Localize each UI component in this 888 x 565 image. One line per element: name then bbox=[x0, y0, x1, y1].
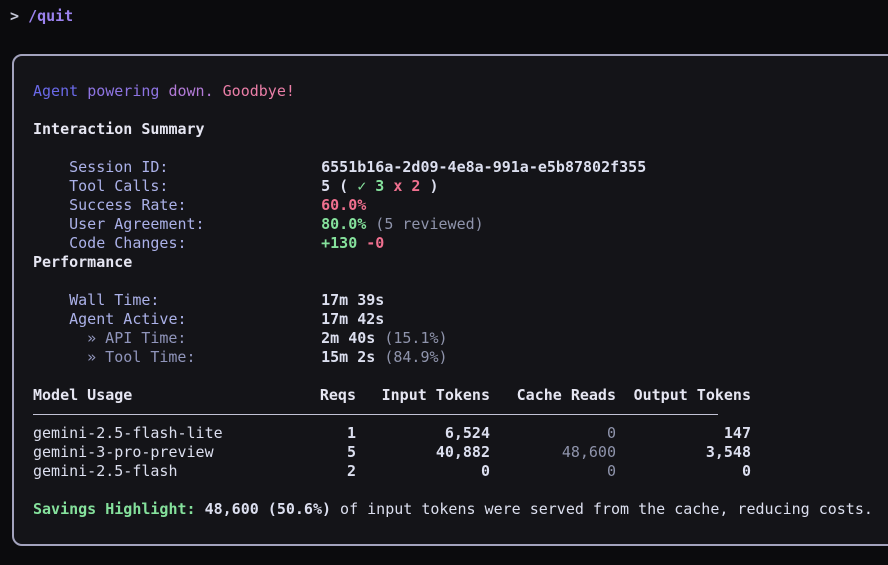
goodbye-message: Agent powering down. Goodbye! bbox=[33, 82, 888, 101]
spacer bbox=[33, 481, 888, 500]
output-tokens-value: 3,548 bbox=[616, 443, 751, 462]
success-rate-value: 60.0% bbox=[321, 196, 366, 214]
savings-highlight: Savings Highlight: 48,600 (50.6%) of inp… bbox=[33, 500, 888, 519]
success-rate-label: Success Rate: bbox=[69, 196, 321, 215]
col-cache-reads: Cache Reads bbox=[490, 386, 616, 405]
model-name: gemini-2.5-flash-lite bbox=[33, 424, 283, 443]
tool-calls-value: 5 ( ✓ 3 x 2 ) bbox=[321, 177, 438, 195]
wall-time-label: Wall Time: bbox=[69, 291, 321, 310]
cache-reads-value: 0 bbox=[490, 462, 616, 481]
col-model-usage: Model Usage bbox=[33, 386, 283, 405]
code-changes-value: +130 -0 bbox=[321, 234, 384, 252]
user-agreement-label: User Agreement: bbox=[69, 215, 321, 234]
agent-active-value: 17m 42s bbox=[321, 310, 384, 328]
table-row: gemini-2.5-flash 2 0 0 0 bbox=[33, 462, 888, 481]
col-reqs: Reqs bbox=[283, 386, 356, 405]
table-row: gemini-3-pro-preview 5 40,882 48,600 3,5… bbox=[33, 443, 888, 462]
spacer bbox=[33, 101, 888, 120]
command-prompt: > /quit bbox=[10, 7, 73, 26]
wall-time-row: Wall Time:17m 39s bbox=[33, 272, 888, 291]
tool-calls-label: Tool Calls: bbox=[69, 177, 321, 196]
table-row: gemini-2.5-flash-lite 1 6,524 0 147 bbox=[33, 424, 888, 443]
quit-summary-panel: Agent powering down. Goodbye! Interactio… bbox=[12, 54, 888, 546]
user-agreement-value: 80.0% (5 reviewed) bbox=[321, 215, 484, 233]
model-name: gemini-2.5-flash bbox=[33, 462, 283, 481]
input-tokens-value: 0 bbox=[356, 462, 490, 481]
reqs-value: 1 bbox=[283, 424, 356, 443]
model-usage-table-header: Model Usage Reqs Input Tokens Cache Read… bbox=[33, 386, 888, 405]
spacer bbox=[33, 367, 888, 386]
api-time-label: » API Time: bbox=[69, 329, 321, 348]
performance-title: Performance bbox=[33, 253, 888, 272]
model-name: gemini-3-pro-preview bbox=[33, 443, 283, 462]
reqs-value: 2 bbox=[283, 462, 356, 481]
cache-reads-value: 48,600 bbox=[490, 443, 616, 462]
session-id-label: Session ID: bbox=[69, 158, 321, 177]
col-input-tokens: Input Tokens bbox=[356, 386, 490, 405]
table-divider-line bbox=[33, 414, 718, 415]
session-id-value: 6551b16a-2d09-4e8a-991a-e5b87802f355 bbox=[321, 158, 646, 176]
interaction-summary-title: Interaction Summary bbox=[33, 120, 888, 139]
terminal-screen: { "colors": { "page_bg": "#0b0b0d", "pan… bbox=[0, 0, 888, 565]
agent-active-label: Agent Active: bbox=[69, 310, 321, 329]
tool-time-value: 15m 2s (84.9%) bbox=[321, 348, 447, 366]
wall-time-value: 17m 39s bbox=[321, 291, 384, 309]
col-output-tokens: Output Tokens bbox=[616, 386, 751, 405]
session-id-row: Session ID:6551b16a-2d09-4e8a-991a-e5b87… bbox=[33, 139, 888, 158]
output-tokens-value: 147 bbox=[616, 424, 751, 443]
code-changes-label: Code Changes: bbox=[69, 234, 321, 253]
api-time-value: 2m 40s (15.1%) bbox=[321, 329, 447, 347]
input-tokens-value: 6,524 bbox=[356, 424, 490, 443]
cache-reads-value: 0 bbox=[490, 424, 616, 443]
table-divider bbox=[33, 405, 888, 424]
output-tokens-value: 0 bbox=[616, 462, 751, 481]
reqs-value: 5 bbox=[283, 443, 356, 462]
tool-time-label: » Tool Time: bbox=[69, 348, 321, 367]
input-tokens-value: 40,882 bbox=[356, 443, 490, 462]
